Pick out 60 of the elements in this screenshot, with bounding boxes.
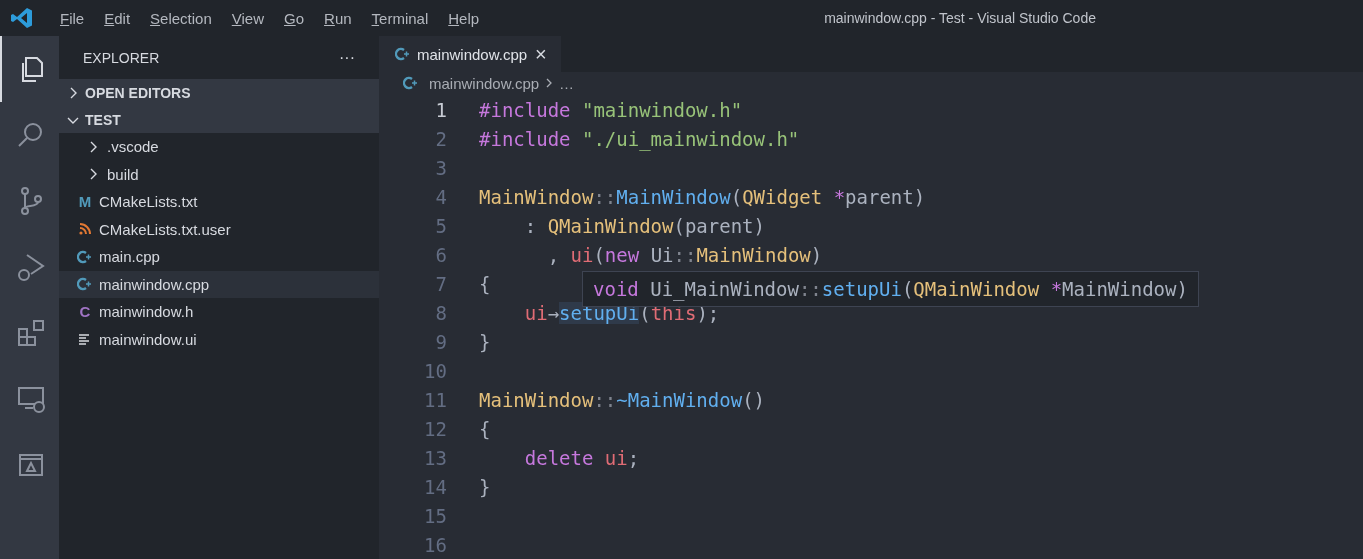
file-tree-item[interactable]: CMakeLists.txt.user: [59, 215, 379, 243]
panel-title: EXPLORER: [83, 49, 160, 66]
menu-item[interactable]: View: [221, 9, 274, 27]
more-actions-button[interactable]: ···: [339, 48, 355, 67]
line-number: 11: [423, 388, 448, 411]
line-number: 7: [434, 272, 448, 295]
section-header[interactable]: TEST: [59, 106, 379, 133]
file-tree-item[interactable]: mainwindow.ui: [59, 325, 379, 353]
line-number: 9: [434, 330, 448, 353]
menu-item[interactable]: Selection: [140, 9, 222, 27]
code-line: delete ui;: [523, 446, 640, 469]
close-icon[interactable]: ×: [535, 42, 547, 66]
line-number: 12: [423, 417, 448, 440]
file-type-icon: C: [77, 303, 93, 320]
line-number: 3: [434, 156, 448, 179]
window-title: mainwindow.cpp - Test - Visual Studio Code: [823, 10, 1097, 26]
line-number: 4: [434, 185, 448, 208]
code-line: }: [479, 330, 491, 353]
code-line: MainWindow::~MainWindow(): [479, 388, 765, 411]
file-tree-item[interactable]: M CMakeLists.txt: [59, 188, 379, 216]
breadcrumb-item[interactable]: mainwindow.cpp: [429, 74, 540, 92]
menu-item[interactable]: Edit: [94, 9, 141, 27]
editor-tab[interactable]: mainwindow.cpp ×: [379, 36, 561, 73]
line-number: 5: [434, 214, 448, 237]
app-logo-icon: [10, 6, 34, 30]
line-number: 13: [423, 446, 448, 469]
line-number: 14: [423, 475, 448, 498]
menu-item[interactable]: Go: [274, 9, 315, 27]
file-tree-item[interactable]: build: [59, 160, 379, 188]
code-line: #include "mainwindow.h": [479, 98, 743, 121]
menu-item[interactable]: Help: [438, 9, 490, 27]
line-number: 1: [434, 98, 448, 121]
file-tree-item[interactable]: C mainwindow.h: [59, 298, 379, 326]
line-number: 8: [434, 301, 448, 324]
c-plus-icon: [77, 248, 93, 265]
code-line: {: [479, 272, 491, 295]
code-line: #include "./ui_mainwindow.h": [479, 127, 800, 150]
c-plus-icon: [403, 75, 419, 92]
line-number: 16: [423, 533, 448, 556]
code-line: MainWindow::MainWindow(QWidget *parent): [479, 185, 926, 208]
file-tree-item[interactable]: mainwindow.cpp: [59, 270, 379, 298]
breadcrumb-item[interactable]: …: [559, 74, 575, 92]
line-number: 15: [423, 504, 448, 527]
line-number: 6: [434, 243, 448, 266]
file-type-icon: M: [77, 193, 93, 210]
file-tree-item[interactable]: .vscode: [59, 133, 379, 161]
hover-tooltip: void Ui_MainWindow::setupUi(QMainWindow *MainWindow): [582, 271, 1199, 307]
code-line: {: [479, 417, 491, 440]
section-header[interactable]: OPEN EDITORS: [59, 79, 379, 106]
menu-item[interactable]: Terminal: [361, 9, 439, 27]
line-number: 10: [423, 359, 448, 382]
code-line: , ui(new Ui::MainWindow): [546, 243, 823, 266]
line-number: 2: [434, 127, 448, 150]
c-plus-icon: [395, 46, 411, 63]
code-line: : QMainWindow(parent): [523, 214, 765, 237]
file-tree-item[interactable]: main.cpp: [59, 243, 379, 271]
c-plus-icon: [77, 276, 93, 293]
menu-item[interactable]: Run: [314, 9, 362, 27]
code-line: }: [479, 475, 491, 498]
menu-item[interactable]: File: [50, 9, 95, 27]
